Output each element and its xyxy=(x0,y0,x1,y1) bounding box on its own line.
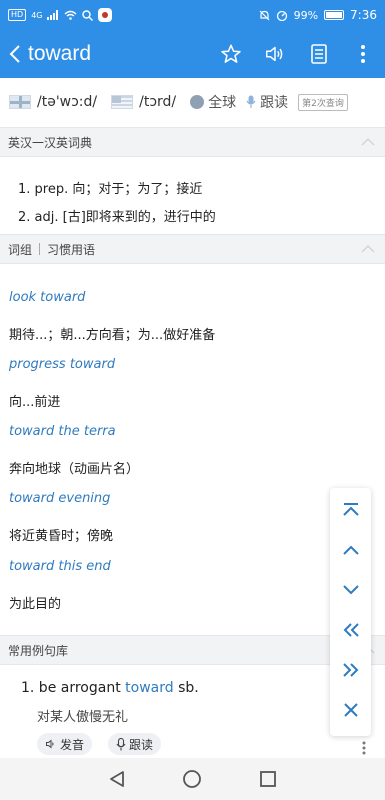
phrase-zh: 为此目的 xyxy=(9,597,62,612)
speedometer-icon xyxy=(276,10,287,21)
speaker-small-icon xyxy=(46,739,54,749)
phrase-en[interactable]: progress toward xyxy=(9,357,115,372)
more-vertical-icon[interactable] xyxy=(362,741,366,755)
app-header: toward xyxy=(0,30,385,78)
section-examples-header[interactable]: 常用例句库 xyxy=(0,635,385,665)
example-pre: 1. be arrogant xyxy=(21,680,126,696)
tab-divider xyxy=(39,243,41,255)
status-bar: HD 4G 99% 7:36 xyxy=(0,0,385,30)
phrase-en[interactable]: toward the terra xyxy=(9,424,116,439)
phrase-zh: 期待...；朝...方向看；为...做好准备 xyxy=(9,328,216,343)
chevron-up-icon[interactable] xyxy=(361,138,375,146)
follow-read-button[interactable]: 跟读 xyxy=(246,92,288,112)
system-nav-bar xyxy=(0,758,385,800)
speaker-icon[interactable] xyxy=(253,34,297,74)
battery-percent: 99% xyxy=(293,8,319,22)
example-follow-label: 跟读 xyxy=(129,737,154,752)
example-keyword: toward xyxy=(125,680,174,696)
hd-chip: HD xyxy=(8,9,27,21)
more-vertical-icon[interactable] xyxy=(341,34,385,74)
section-examples-title: 常用例句库 xyxy=(8,643,69,658)
phrase-zh: 向...前进 xyxy=(9,395,61,410)
tab-idioms[interactable]: 习惯用语 xyxy=(47,241,95,258)
tab-phrases[interactable]: 词组 xyxy=(8,241,32,258)
double-chevron-left-icon[interactable] xyxy=(330,610,371,650)
example-sound-label: 发音 xyxy=(60,737,85,752)
battery-icon xyxy=(324,10,345,20)
definition-2: 2. adj. [古]即将来到的，进行中的 xyxy=(18,210,216,225)
phrase-zh: 将近黄昏时；傍晚 xyxy=(9,529,114,544)
phrase-en[interactable]: toward this end xyxy=(9,559,111,574)
chevron-up-icon[interactable] xyxy=(361,245,375,253)
search-status-icon xyxy=(82,9,94,21)
mute-bell-icon xyxy=(259,10,270,20)
signal-icon xyxy=(47,10,59,20)
uk-flag-icon[interactable] xyxy=(9,95,31,109)
pronunciation-row: /tə'wɔ:d/ /tɔrd/ 全球 跟读 第2次查询 xyxy=(0,78,385,126)
section-dictionary-title: 英汉一汉英词典 xyxy=(8,135,93,150)
phrase-en[interactable]: look toward xyxy=(9,290,85,305)
example-post: sb. xyxy=(173,680,199,696)
example-sentence-en: 1. be arrogant toward sb. xyxy=(21,680,199,696)
global-pronunciation-button[interactable]: 全球 xyxy=(190,92,236,112)
microphone-icon xyxy=(246,95,256,108)
microphone-small-icon xyxy=(116,737,126,750)
page-title: toward xyxy=(28,42,92,65)
section-phrases-header[interactable]: 词组 习惯用语 xyxy=(0,234,385,264)
back-arrow-icon[interactable] xyxy=(4,44,26,64)
example-sound-button[interactable]: 发音 xyxy=(37,733,93,755)
lookup-count-badge: 第2次查询 xyxy=(298,93,348,111)
app-notification-icon xyxy=(98,8,113,22)
example-sentence-zh: 对某人傲慢无礼 xyxy=(37,710,129,725)
global-label: 全球 xyxy=(208,95,237,111)
clock: 7:36 xyxy=(350,8,377,22)
floating-nav-panel xyxy=(330,488,371,736)
star-icon[interactable] xyxy=(209,34,253,74)
double-chevron-right-icon[interactable] xyxy=(330,650,371,690)
notebook-icon[interactable] xyxy=(297,34,341,74)
globe-icon xyxy=(190,95,205,109)
close-icon[interactable] xyxy=(330,690,371,730)
us-flag-icon[interactable] xyxy=(111,95,134,109)
example-follow-button[interactable]: 跟读 xyxy=(108,733,162,755)
us-phonetic[interactable]: /tɔrd/ xyxy=(139,94,176,110)
follow-label: 跟读 xyxy=(260,95,289,111)
definition-1: 1. prep. 向；对于；为了；接近 xyxy=(18,182,203,197)
section-dictionary-header[interactable]: 英汉一汉英词典 xyxy=(0,127,385,157)
nav-home-icon[interactable] xyxy=(182,769,202,789)
chevron-up-icon[interactable] xyxy=(330,530,371,570)
phrase-zh: 奔向地球（动画片名） xyxy=(9,462,140,477)
chevron-down-icon[interactable] xyxy=(330,570,371,610)
uk-phonetic[interactable]: /tə'wɔ:d/ xyxy=(37,94,97,110)
signal-label: 4G xyxy=(31,10,43,20)
scroll-to-top-icon[interactable] xyxy=(330,490,371,530)
wifi-icon xyxy=(65,10,77,20)
phrase-en[interactable]: toward evening xyxy=(9,491,110,506)
nav-back-icon[interactable] xyxy=(108,770,126,788)
nav-recents-icon[interactable] xyxy=(259,770,277,788)
